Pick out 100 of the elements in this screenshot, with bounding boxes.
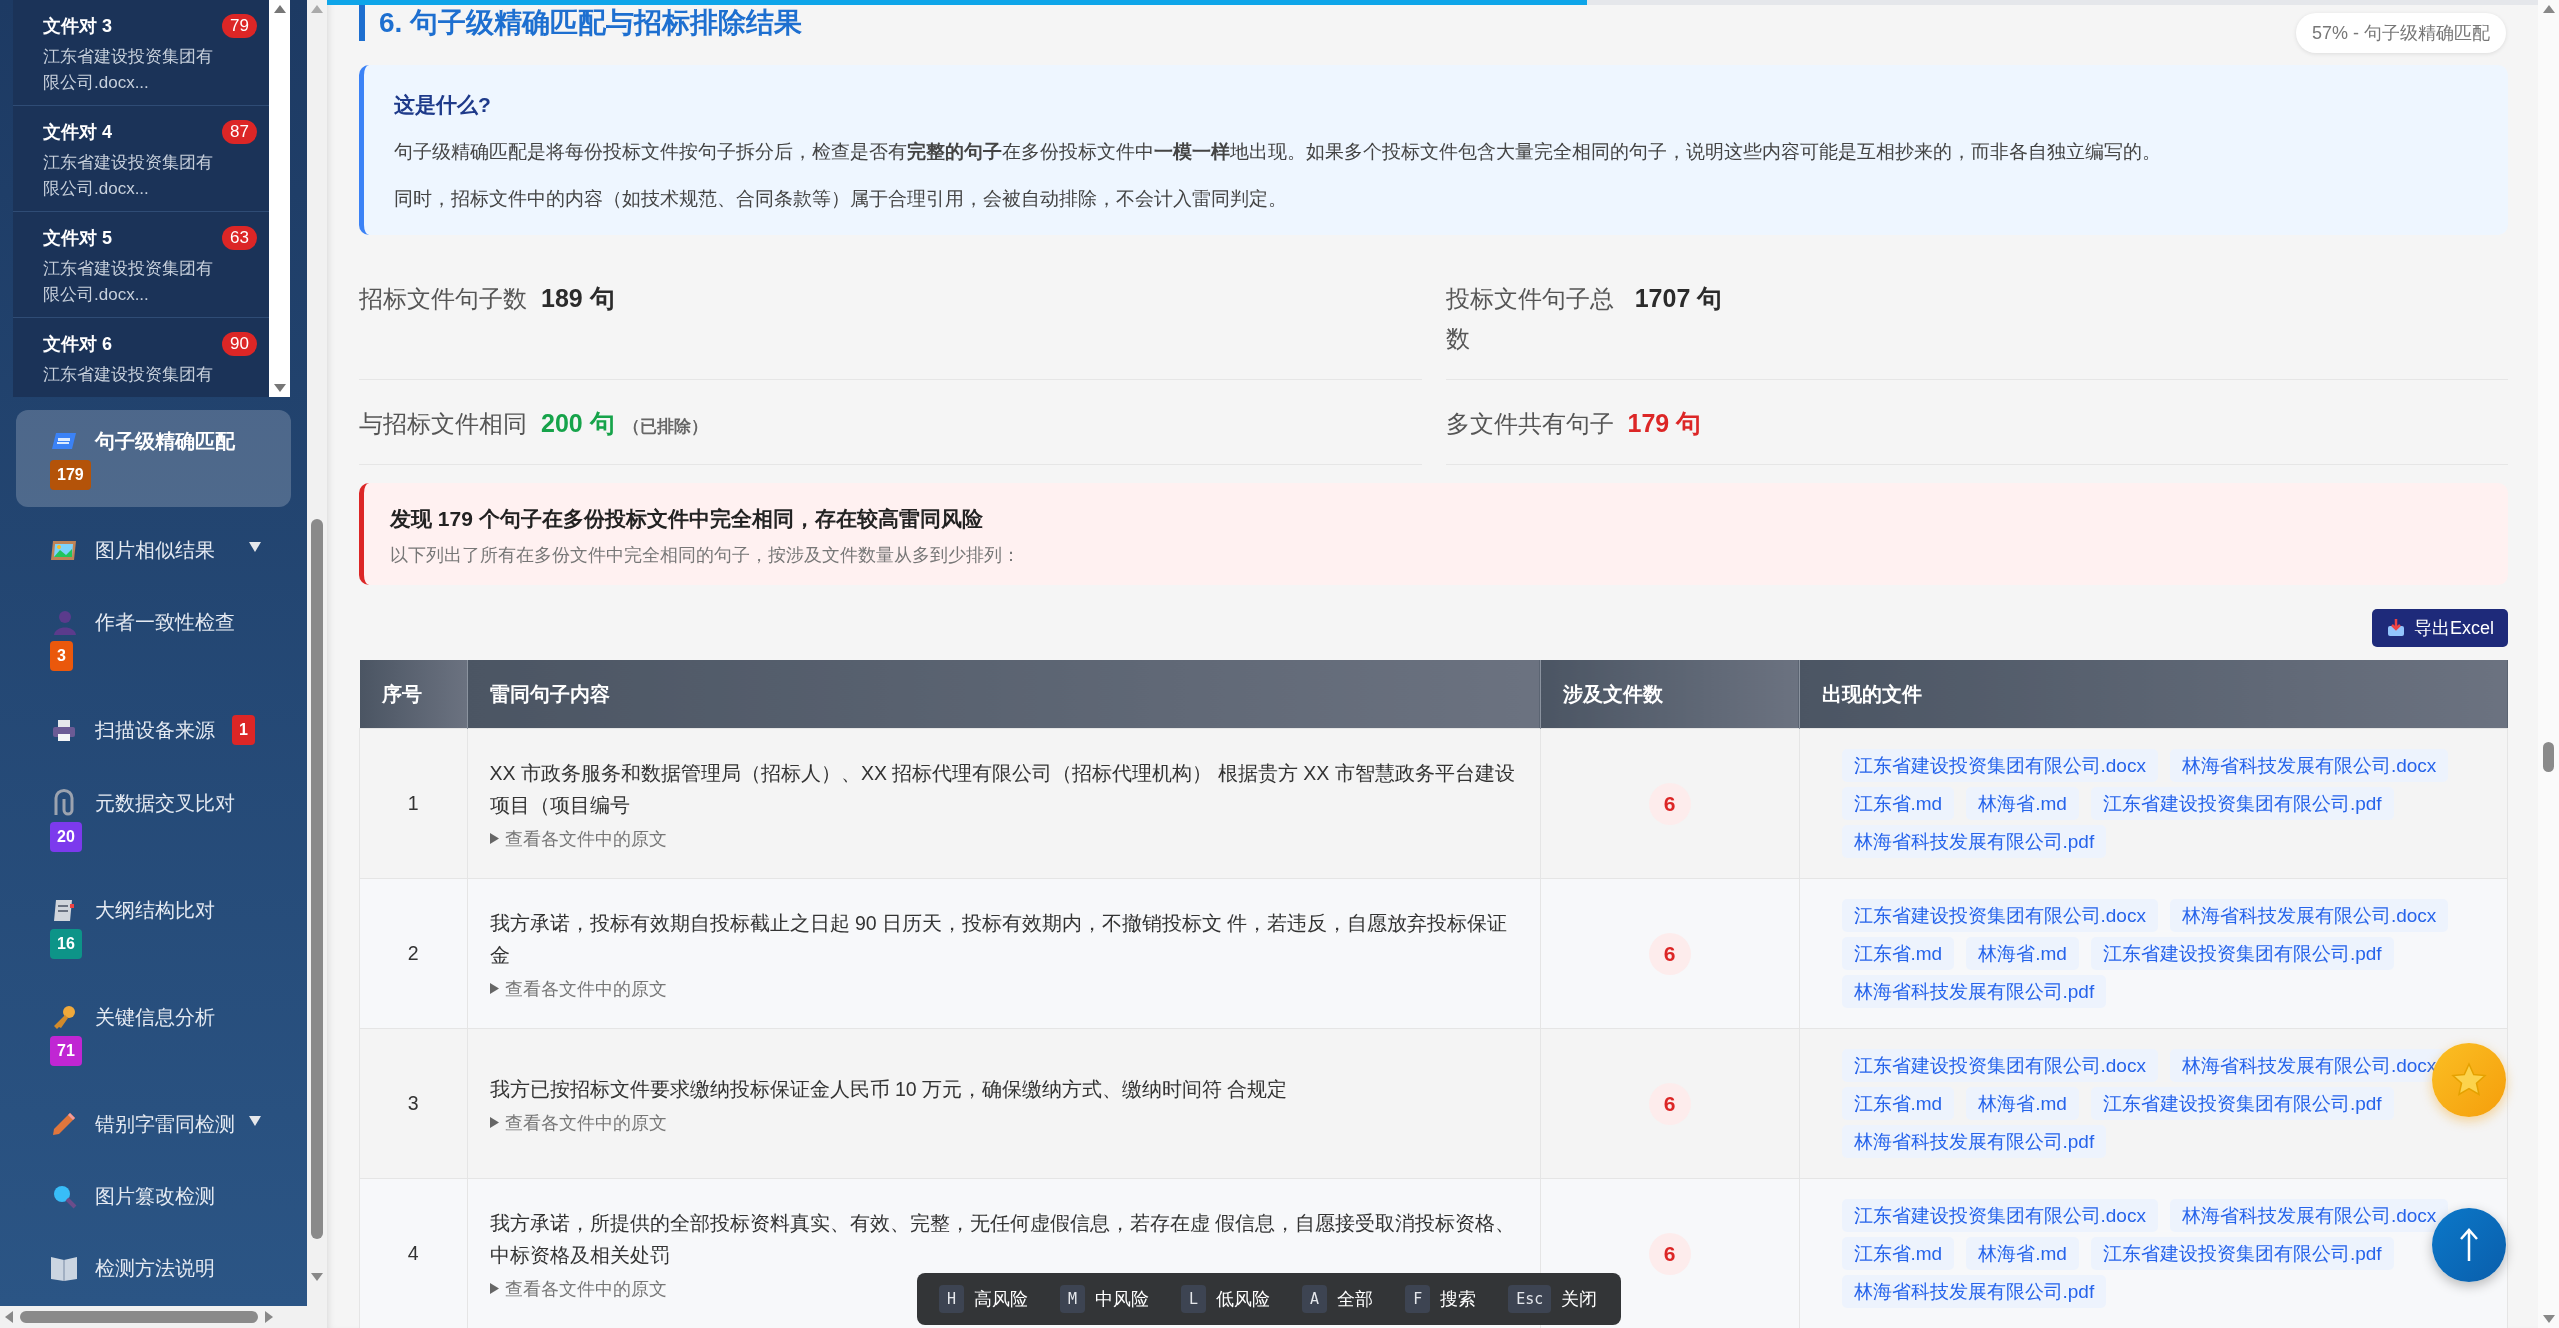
expand-toggle[interactable]: 查看各文件中的原文 bbox=[489, 826, 667, 851]
nav-label: 扫描设备来源 bbox=[95, 718, 215, 743]
file-tag[interactable]: 林海省科技发展有限公司.pdf bbox=[1841, 975, 2107, 1008]
nav-item[interactable]: 图片篡改检测 bbox=[16, 1160, 291, 1232]
nav-item[interactable]: 作者一致性检查 3 bbox=[16, 586, 291, 693]
key-cap: Esc bbox=[1508, 1285, 1552, 1313]
file-tag[interactable]: 林海省科技发展有限公司.pdf bbox=[1841, 1275, 2107, 1308]
stat-label: 多文件共有句子 bbox=[1445, 409, 1614, 439]
nav-label: 检测方法说明 bbox=[95, 1256, 215, 1281]
nav-label: 元数据交叉比对 bbox=[95, 791, 235, 816]
nav-item[interactable]: 关键信息分析 71 bbox=[16, 981, 291, 1088]
file-tag[interactable]: 江东省.md bbox=[1841, 787, 1955, 820]
stat-label: 招标文件句子数 bbox=[359, 284, 527, 314]
column-header: 序号 bbox=[359, 660, 467, 729]
file-tag[interactable]: 林海省.md bbox=[1966, 937, 2079, 970]
scroll-right-icon[interactable] bbox=[264, 1310, 274, 1324]
file-tag[interactable]: 林海省科技发展有限公司.docx bbox=[2169, 749, 2449, 782]
similarity-count: 90 bbox=[222, 332, 257, 356]
expand-toggle[interactable]: 查看各文件中的原文 bbox=[489, 1276, 667, 1301]
caret-icon[interactable] bbox=[249, 1116, 261, 1126]
count-badge: 16 bbox=[50, 929, 82, 959]
column-header: 雷同句子内容 bbox=[467, 660, 1540, 729]
pencil-icon bbox=[50, 1110, 78, 1138]
count-badge: 179 bbox=[50, 460, 91, 490]
nav-item[interactable]: 大纲结构比对 16 bbox=[16, 874, 291, 981]
file-tag[interactable]: 江东省建设投资集团有限公司.docx bbox=[1841, 1199, 2158, 1232]
file-tag[interactable]: 江东省建设投资集团有限公司.pdf bbox=[2090, 1237, 2394, 1270]
file-tag[interactable]: 林海省.md bbox=[1966, 1237, 2079, 1270]
scroll-up-icon[interactable] bbox=[2541, 4, 2556, 14]
scrollbar[interactable] bbox=[307, 0, 327, 1306]
sentence-text: 我方承诺，投标有效期自投标截止之日起 90 日历天，投标有效期内，不撤销投标文 件，若违反，自愿放弃投标保证金 bbox=[489, 910, 1509, 968]
file-tag[interactable]: 林海省科技发展有限公司.docx bbox=[2169, 1199, 2449, 1232]
nav-label: 图片相似结果 bbox=[95, 538, 215, 563]
caret-icon bbox=[489, 1117, 499, 1128]
file-tag[interactable]: 江东省.md bbox=[1841, 1087, 1955, 1120]
scroll-down-icon[interactable] bbox=[272, 383, 287, 393]
stat-value: 189 句 bbox=[541, 283, 615, 314]
file-pair-names: 江东省建设投资集团有限公司.docx... bbox=[43, 46, 214, 94]
nav-item[interactable]: 扫描设备来源 1 bbox=[16, 693, 291, 767]
similarity-count: 79 bbox=[222, 14, 257, 38]
similarity-count: 63 bbox=[222, 226, 257, 250]
sentence-text: 我方已按招标文件要求缴纳投标保证金人民币 10 万元，确保缴纳方式、缴纳时间符 合规定 bbox=[489, 1076, 1289, 1102]
scrollbar[interactable] bbox=[269, 0, 290, 397]
similarity-count: 87 bbox=[222, 120, 257, 144]
stat-value: 1707 句 bbox=[1634, 283, 1723, 314]
nav-item[interactable]: 错别字雷同检测 bbox=[16, 1088, 291, 1160]
caret-icon[interactable] bbox=[249, 542, 261, 552]
nav-item[interactable]: 句子级精确匹配 179 bbox=[16, 410, 291, 507]
file-tag[interactable]: 江东省建设投资集团有限公司.docx bbox=[1841, 1049, 2158, 1082]
scrollbar[interactable] bbox=[0, 1306, 327, 1328]
expand-toggle[interactable]: 查看各文件中的原文 bbox=[489, 1110, 667, 1135]
file-tag[interactable]: 林海省科技发展有限公司.docx bbox=[2169, 899, 2449, 932]
expand-toggle[interactable]: 查看各文件中的原文 bbox=[489, 976, 667, 1001]
scroll-down-icon[interactable] bbox=[2541, 1314, 2556, 1324]
scrollbar-thumb[interactable] bbox=[20, 1311, 258, 1323]
alert-text: 以下列出了所有在多份文件中完全相同的句子，按涉及文件数量从多到少排列： bbox=[390, 544, 1021, 567]
key-cap: F bbox=[1405, 1285, 1431, 1313]
nav-label: 作者一致性检查 bbox=[95, 610, 235, 635]
file-tag[interactable]: 江东省建设投资集团有限公司.docx bbox=[1841, 749, 2158, 782]
nav-item[interactable]: 元数据交叉比对 20 bbox=[16, 767, 291, 874]
stat-label: 与招标文件相同 bbox=[359, 409, 527, 439]
shortcut-label: 中风险 bbox=[1095, 1288, 1150, 1311]
file-tag[interactable]: 江东省.md bbox=[1841, 937, 1955, 970]
file-tag[interactable]: 林海省.md bbox=[1966, 1087, 2079, 1120]
file-tag[interactable]: 江东省建设投资集团有限公司.pdf bbox=[2090, 937, 2394, 970]
scrollbar[interactable] bbox=[2538, 0, 2559, 1328]
count-badge: 1 bbox=[232, 715, 255, 745]
file-pair-title: 文件对 6 bbox=[43, 333, 112, 356]
nav-label: 句子级精确匹配 bbox=[95, 429, 235, 454]
file-tag[interactable]: 林海省科技发展有限公司.pdf bbox=[1841, 825, 2107, 858]
scroll-left-icon[interactable] bbox=[4, 1310, 14, 1324]
file-pair-title: 文件对 5 bbox=[43, 227, 112, 250]
info-paragraph: 同时，招标文件中的内容（如技术规范、合同条款等）属于合理引用，会被自动排除，不会计入雷同判定。 bbox=[394, 187, 1288, 211]
scroll-up-icon[interactable] bbox=[272, 4, 287, 14]
key-cap: H bbox=[939, 1285, 965, 1313]
file-tag[interactable]: 林海省.md bbox=[1966, 787, 2079, 820]
info-paragraph: 句子级精确匹配是将每份投标文件按句子拆分后，检查是否有完整的句子在多份投标文件中一模一样地出现。如果多个投标文件包含大量完全相同的句子，说明这些内容可能是互相抄来的，而非各自独立编写的。 bbox=[394, 140, 2162, 164]
nav-item[interactable]: 图片相似结果 bbox=[16, 514, 291, 586]
nav-label: 关键信息分析 bbox=[95, 1005, 215, 1030]
scroll-down-icon[interactable] bbox=[310, 1272, 324, 1282]
file-tag[interactable]: 江东省.md bbox=[1841, 1237, 1955, 1270]
export-button[interactable]: 导出Excel bbox=[2372, 609, 2508, 647]
shortcut-label: 全部 bbox=[1337, 1288, 1374, 1311]
scrollbar-thumb[interactable] bbox=[2543, 742, 2554, 772]
file-tag[interactable]: 江东省建设投资集团有限公司.pdf bbox=[2090, 1087, 2394, 1120]
shortcut-label: 高风险 bbox=[974, 1288, 1029, 1311]
file-tag[interactable]: 江东省建设投资集团有限公司.docx bbox=[1841, 899, 2158, 932]
count-badge: 71 bbox=[50, 1036, 82, 1066]
scroll-up-icon[interactable] bbox=[310, 4, 324, 14]
stat-label: 投标文件句子总数 bbox=[1445, 284, 1615, 354]
file-tag[interactable]: 江东省建设投资集团有限公司.pdf bbox=[2090, 787, 2394, 820]
file-tag[interactable]: 林海省科技发展有限公司.pdf bbox=[1841, 1125, 2107, 1158]
key-cap: A bbox=[1302, 1285, 1328, 1313]
file-count: 6 bbox=[1648, 1232, 1691, 1275]
file-pair-title: 文件对 4 bbox=[43, 121, 112, 144]
scrollbar-thumb[interactable] bbox=[311, 519, 323, 1239]
row-number: 3 bbox=[407, 1092, 419, 1114]
key-cap: M bbox=[1060, 1285, 1086, 1313]
column-header: 涉及文件数 bbox=[1540, 660, 1799, 729]
nav-item[interactable]: 检测方法说明 bbox=[16, 1232, 291, 1304]
